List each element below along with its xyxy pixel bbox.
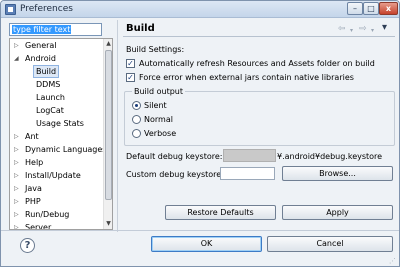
window-title: Preferences — [20, 4, 73, 14]
forward-arrow-icon[interactable]: ⇨ — [359, 24, 367, 34]
apply-button[interactable]: Apply — [282, 205, 393, 220]
app-icon — [5, 4, 16, 15]
custom-keystore-field[interactable] — [220, 167, 275, 180]
restore-defaults-label: Restore Defaults — [187, 208, 254, 217]
tree-item-general[interactable]: General — [25, 40, 57, 51]
ok-button[interactable]: OK — [151, 236, 262, 252]
expand-ant-icon[interactable]: ▷ — [14, 133, 19, 140]
back-dropdown-icon[interactable]: ▾ — [350, 27, 353, 34]
cancel-button[interactable]: Cancel — [267, 236, 393, 252]
silent-radio[interactable] — [132, 101, 141, 110]
apply-label: Apply — [326, 208, 349, 217]
cancel-label: Cancel — [316, 239, 344, 248]
tree-item-server[interactable]: Server — [25, 222, 51, 229]
force-error-label[interactable]: Force error when external jars contain n… — [139, 73, 354, 82]
tree-item-ddms[interactable]: DDMS — [36, 79, 60, 90]
tree-item-usage-stats[interactable]: Usage Stats — [36, 118, 84, 129]
normal-label[interactable]: Normal — [144, 115, 173, 124]
build-output-label: Build output — [132, 87, 186, 96]
tree-item-php[interactable]: PHP — [25, 196, 41, 207]
browse-button-label: Browse... — [319, 169, 356, 178]
silent-label[interactable]: Silent — [144, 101, 167, 110]
forward-dropdown-icon[interactable]: ▾ — [371, 27, 374, 34]
view-menu-icon[interactable]: ▾ — [382, 22, 387, 33]
expand-dynamic-languages-icon[interactable]: ▷ — [14, 146, 19, 153]
preferences-window: Preferences – □ x type filter text ▷ Gen… — [0, 0, 400, 267]
title-bar: Preferences – □ x — [1, 1, 399, 18]
header-divider — [123, 36, 395, 37]
restore-defaults-button[interactable]: Restore Defaults — [165, 205, 276, 220]
default-keystore-value: ¥.android¥debug.keystore — [277, 152, 383, 161]
filter-text: type filter text — [12, 25, 72, 34]
tree-item-ant[interactable]: Ant — [25, 131, 39, 142]
tree-item-help[interactable]: Help — [25, 157, 43, 168]
tree-item-java[interactable]: Java — [25, 183, 42, 194]
expand-run-debug-icon[interactable]: ▷ — [14, 211, 19, 218]
tree-scrollbar[interactable]: ▲ ▼ — [103, 39, 112, 229]
custom-keystore-label: Custom debug keystore: — [126, 170, 224, 179]
expand-php-icon[interactable]: ▷ — [14, 198, 19, 205]
tree-item-logcat[interactable]: LogCat — [36, 105, 64, 116]
tree-item-android[interactable]: Android — [25, 53, 56, 64]
preferences-tree: ▷ General ◢ Android Build DDMS Launch Lo… — [9, 38, 113, 230]
minimize-button[interactable]: – — [347, 2, 363, 15]
tree-item-install-update[interactable]: Install/Update — [25, 170, 81, 181]
expand-general-icon[interactable]: ▷ — [14, 42, 19, 49]
tree-item-build[interactable]: Build — [33, 65, 60, 78]
browse-button[interactable]: Browse... — [282, 166, 393, 181]
filter-input[interactable]: type filter text — [9, 23, 102, 36]
build-settings-label: Build Settings: — [126, 45, 185, 54]
expand-install-update-icon[interactable]: ▷ — [14, 172, 19, 179]
verbose-label[interactable]: Verbose — [144, 129, 176, 138]
scroll-up-icon[interactable]: ▲ — [105, 40, 112, 47]
verbose-radio[interactable] — [132, 129, 141, 138]
normal-radio[interactable] — [132, 115, 141, 124]
tree-item-run-debug[interactable]: Run/Debug — [25, 209, 69, 220]
scroll-down-icon[interactable]: ▼ — [105, 220, 112, 227]
collapse-android-icon[interactable]: ◢ — [14, 55, 19, 62]
tree-item-launch[interactable]: Launch — [36, 92, 65, 103]
scrollbar-thumb[interactable] — [105, 50, 112, 200]
force-error-checkbox[interactable]: ✓ — [126, 73, 135, 82]
page-title: Build — [126, 23, 155, 34]
expand-help-icon[interactable]: ▷ — [14, 159, 19, 166]
help-icon[interactable]: ? — [20, 238, 35, 253]
expand-java-icon[interactable]: ▷ — [14, 185, 19, 192]
resize-grip-icon[interactable]: ⋰ — [389, 257, 397, 265]
footer-divider — [1, 230, 399, 231]
pane-splitter[interactable] — [117, 20, 118, 232]
close-button[interactable]: x — [379, 2, 398, 15]
tree-item-dynamic-languages[interactable]: Dynamic Languages — [25, 144, 106, 155]
default-keystore-label: Default debug keystore: — [126, 152, 223, 161]
auto-refresh-label[interactable]: Automatically refresh Resources and Asse… — [139, 59, 375, 68]
default-keystore-field — [223, 149, 276, 162]
back-arrow-icon[interactable]: ⇦ — [338, 24, 346, 34]
ok-label: OK — [200, 239, 213, 248]
maximize-button[interactable]: □ — [363, 2, 379, 15]
auto-refresh-checkbox[interactable]: ✓ — [126, 59, 135, 68]
